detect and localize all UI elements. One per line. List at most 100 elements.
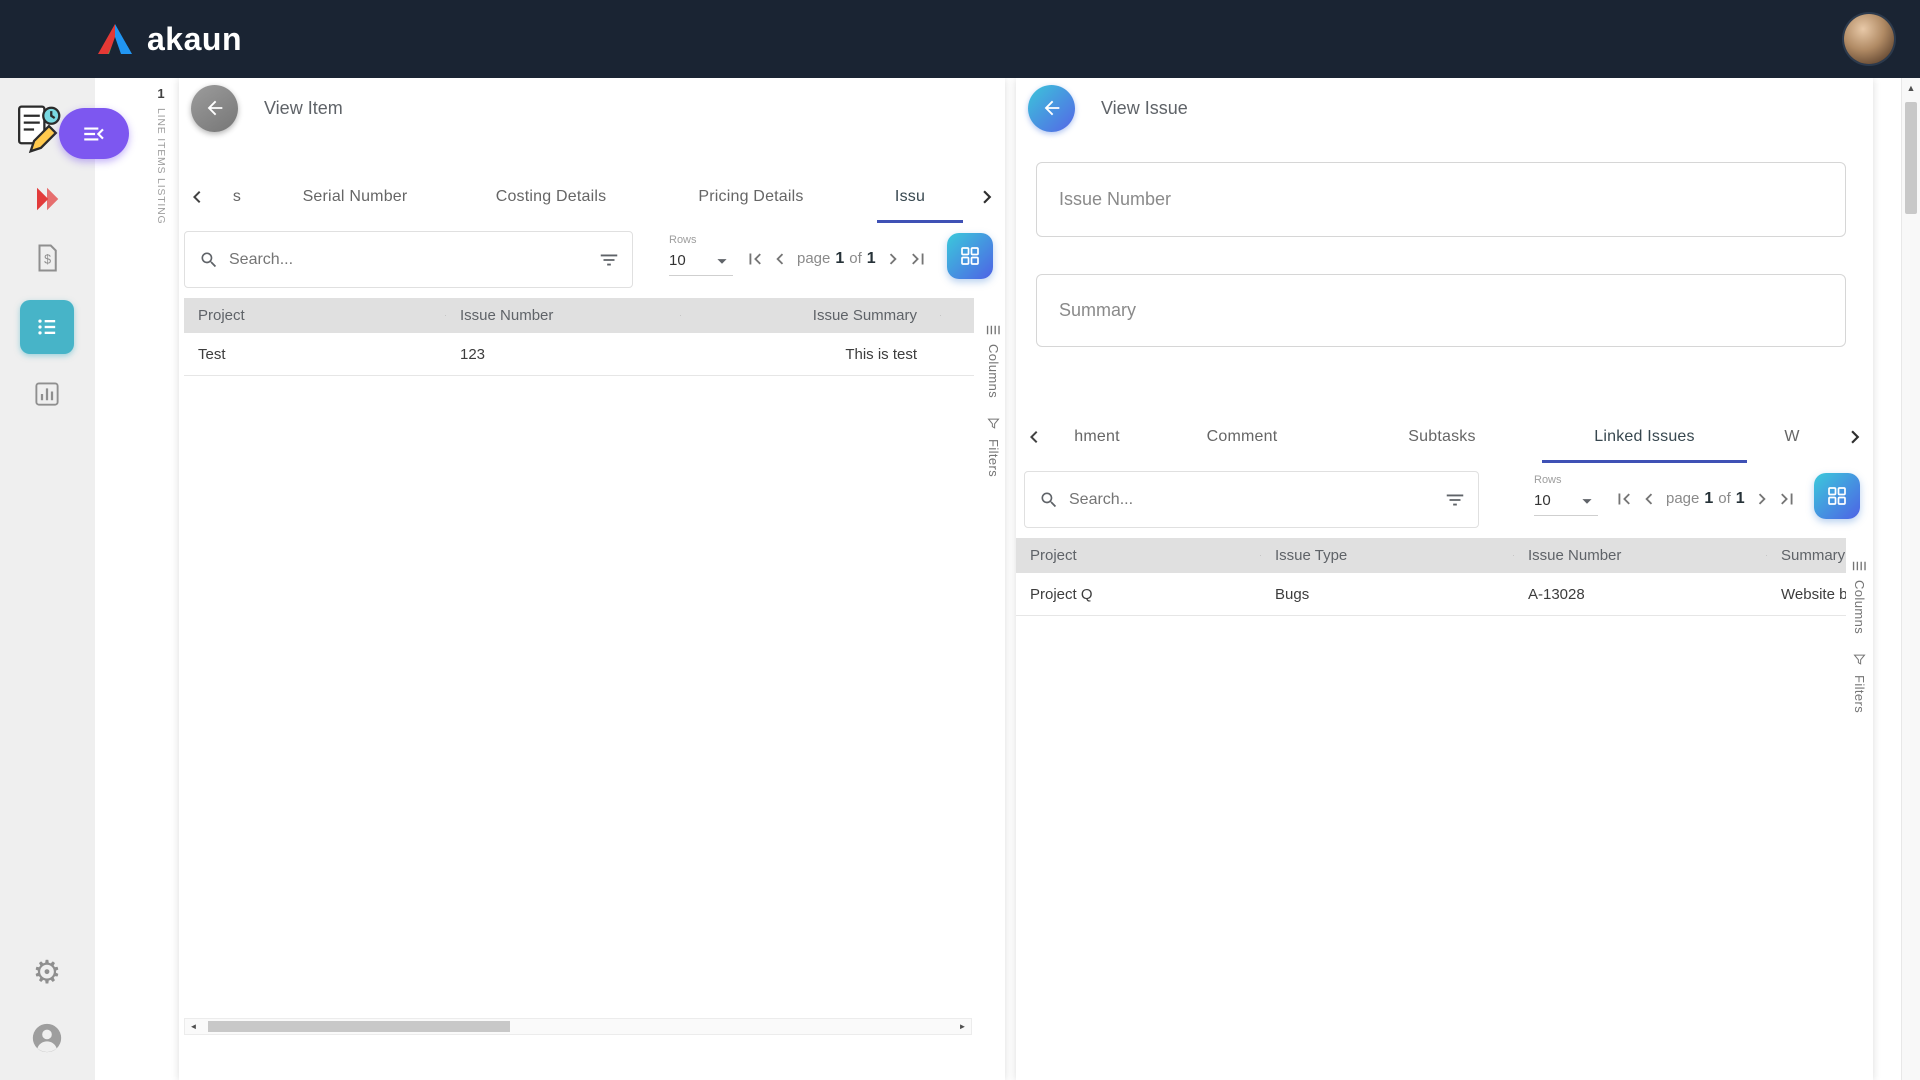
page-scrollbar[interactable]: ▲ — [1901, 78, 1920, 1080]
filter-funnel-icon — [1852, 652, 1867, 667]
sidebar-item-red-app[interactable] — [25, 177, 69, 221]
tabs-scroll-right-button[interactable] — [969, 171, 1005, 223]
topbar: akaun — [0, 0, 1920, 78]
linked-issues-table: Project Issue Number Issue Summary Test … — [184, 298, 974, 376]
tab-worklog[interactable]: W — [1747, 411, 1837, 463]
tab-partial[interactable]: s — [215, 171, 259, 223]
tabs-scroll-left-button[interactable] — [179, 171, 215, 223]
column-header: Issue Number — [1514, 547, 1767, 564]
column-header: Project — [184, 307, 446, 324]
columns-side-tab[interactable]: Columns — [1851, 560, 1868, 634]
tabs-scroll-left-button[interactable] — [1016, 411, 1052, 463]
line-items-sticker-icon[interactable] — [10, 102, 65, 157]
search-input[interactable] — [1069, 490, 1434, 509]
scroll-right-icon[interactable]: ► — [954, 1022, 971, 1031]
prev-page-button[interactable] — [768, 245, 792, 273]
grid-view-button[interactable] — [1814, 473, 1860, 519]
brand-name: akaun — [147, 20, 242, 57]
page-indicator: page 1 of 1 — [1666, 490, 1745, 507]
chevron-right-icon — [1842, 424, 1868, 450]
summary-label: Summary — [1059, 300, 1137, 320]
tab-costing-details[interactable]: Costing Details — [451, 171, 651, 223]
grid-view-icon — [1825, 484, 1849, 508]
last-page-button[interactable] — [1775, 485, 1799, 513]
sidebar-item-billing[interactable]: $ — [25, 236, 69, 280]
first-page-button[interactable] — [743, 245, 767, 273]
issue-tabs: hment Comment Subtasks Linked Issues W — [1016, 411, 1873, 463]
cell-summary: Website bu — [1781, 585, 1846, 603]
next-page-button[interactable] — [881, 245, 905, 273]
grid-view-button[interactable] — [947, 233, 993, 279]
horizontal-scrollbar[interactable]: ◄ ► — [184, 1018, 972, 1035]
item-table-toolbar: Rows 10 page 1 of 1 — [179, 231, 1005, 291]
chevron-right-icon — [974, 184, 1000, 210]
tab-comment[interactable]: Comment — [1142, 411, 1342, 463]
sidebar-item-reports[interactable] — [25, 372, 69, 416]
tab-linked-issues[interactable]: Linked Issues — [1542, 411, 1747, 463]
tabs-scroll-right-button[interactable] — [1837, 411, 1873, 463]
first-page-button[interactable] — [1612, 485, 1636, 513]
filters-side-tab[interactable]: Filters — [985, 416, 1002, 477]
column-header: Issue Number — [446, 307, 681, 324]
table-header: Project Issue Type Issue Number Summary — [1016, 538, 1846, 573]
issue-number-field[interactable]: Issue Number — [1036, 162, 1846, 237]
search-icon — [1039, 490, 1059, 510]
next-page-button[interactable] — [1750, 485, 1774, 513]
table-row[interactable]: Test 123 This is test — [184, 333, 974, 376]
prev-page-button[interactable] — [1637, 485, 1661, 513]
menu-open-icon — [81, 121, 107, 147]
document-dollar-icon: $ — [32, 243, 62, 273]
summary-field[interactable]: Summary — [1036, 274, 1846, 347]
scroll-left-icon[interactable]: ◄ — [185, 1022, 202, 1031]
back-button[interactable] — [191, 84, 238, 132]
chevron-left-icon — [1022, 425, 1046, 449]
page-title: View Item — [264, 97, 343, 118]
back-icon — [1041, 97, 1063, 119]
search-input[interactable] — [229, 250, 588, 269]
column-header: Summary — [1781, 547, 1846, 564]
line-items-toggle-button[interactable] — [59, 108, 129, 159]
search-icon — [199, 250, 219, 270]
line-items-strip[interactable]: 1 LINE ITEMS LISTING — [150, 86, 172, 225]
view-item-header: View Item — [191, 83, 343, 133]
tab-subtasks[interactable]: Subtasks — [1342, 411, 1542, 463]
scrollbar-thumb[interactable] — [208, 1021, 510, 1032]
chevron-left-icon — [185, 185, 209, 209]
line-items-label: LINE ITEMS LISTING — [155, 108, 167, 225]
columns-side-tab[interactable]: Columns — [985, 324, 1002, 398]
tab-serial-number[interactable]: Serial Number — [259, 171, 451, 223]
last-page-button[interactable] — [906, 245, 930, 273]
list-icon — [33, 313, 61, 341]
grid-view-icon — [958, 244, 982, 268]
brand-logo[interactable]: akaun — [95, 21, 242, 58]
search-box — [1024, 471, 1479, 528]
search-box — [184, 231, 633, 288]
pagination: page 1 of 1 — [743, 245, 930, 273]
sidebar-item-line-items-listing[interactable] — [20, 300, 74, 354]
settings-button[interactable]: ⚙ — [25, 950, 69, 994]
table-row[interactable]: Project Q Bugs A-13028 Website bu — [1016, 573, 1846, 616]
scroll-up-icon[interactable]: ▲ — [1902, 78, 1920, 93]
cell-issue-summary: This is test — [845, 345, 917, 363]
back-icon — [204, 97, 226, 119]
issue-number-label: Issue Number — [1059, 189, 1172, 209]
view-issue-header: View Issue — [1028, 83, 1188, 133]
profile-button[interactable] — [25, 1016, 69, 1060]
dropdown-caret-icon — [1576, 490, 1598, 512]
filter-list-icon[interactable] — [598, 249, 620, 271]
tab-attachment[interactable]: hment — [1052, 411, 1142, 463]
filter-funnel-icon — [986, 416, 1001, 431]
column-header: Issue Summary — [681, 307, 941, 324]
filters-side-tab[interactable]: Filters — [1851, 652, 1868, 713]
user-avatar[interactable] — [1844, 14, 1894, 64]
rows-per-page-select[interactable]: 10 — [1534, 486, 1598, 516]
back-button[interactable] — [1028, 84, 1075, 132]
rows-per-page-select[interactable]: 10 — [669, 246, 733, 276]
bar-chart-icon — [32, 379, 62, 409]
tab-pricing-details[interactable]: Pricing Details — [651, 171, 851, 223]
scrollbar-thumb[interactable] — [1905, 102, 1917, 214]
linked-issues-table: Project Issue Type Issue Number Summary … — [1016, 538, 1846, 616]
cell-issue-type: Bugs — [1275, 585, 1310, 603]
filter-list-icon[interactable] — [1444, 489, 1466, 511]
tab-issue-link[interactable]: Issu — [851, 171, 969, 223]
